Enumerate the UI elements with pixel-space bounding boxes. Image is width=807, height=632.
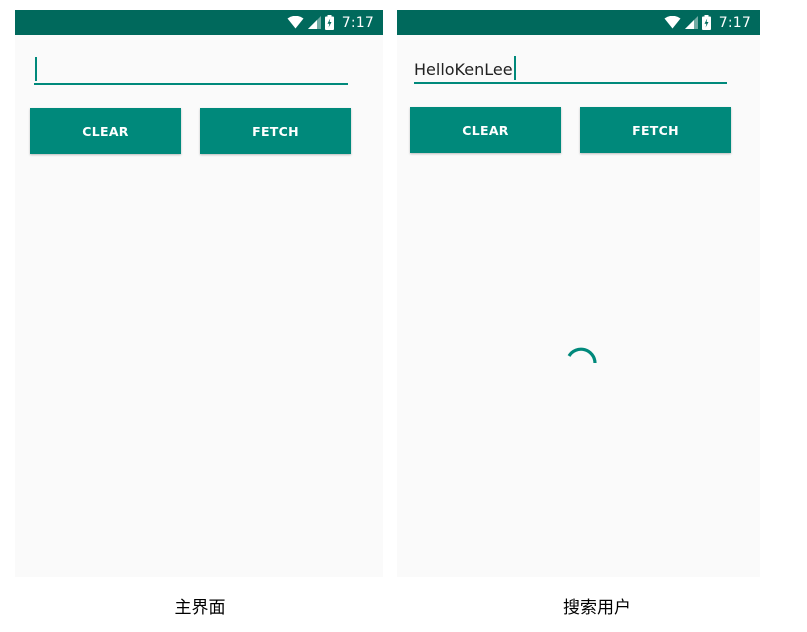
username-input-value: HelloKenLee [414, 60, 513, 79]
text-cursor [513, 56, 516, 80]
fetch-button[interactable]: FETCH [200, 108, 351, 154]
clear-button[interactable]: CLEAR [30, 108, 181, 154]
status-icons: 7:17 [664, 10, 751, 35]
signal-icon [684, 16, 698, 29]
fetch-button[interactable]: FETCH [580, 107, 731, 153]
battery-charging-icon [324, 15, 334, 30]
wifi-icon [287, 16, 304, 29]
battery-charging-icon [701, 15, 711, 30]
status-bar: 7:17 [15, 10, 383, 35]
signal-icon [307, 16, 321, 29]
status-time: 7:17 [341, 14, 374, 31]
caption-main-screen: 主界面 [174, 598, 226, 618]
username-input[interactable]: HelloKenLee [414, 56, 727, 84]
username-input[interactable] [34, 57, 348, 85]
clear-button[interactable]: CLEAR [410, 107, 561, 153]
caption-search-user: 搜索用户 [563, 598, 631, 618]
wifi-icon [664, 16, 681, 29]
spinner-icon [565, 343, 601, 379]
status-bar: 7:17 [397, 10, 760, 35]
text-cursor [35, 57, 37, 81]
status-icons: 7:17 [287, 10, 374, 35]
main-screen: 7:17 CLEAR FETCH [15, 10, 383, 577]
status-time: 7:17 [718, 14, 751, 31]
figure: 7:17 CLEAR FETCH 7:17 HelloKenLee CLEAR … [0, 0, 807, 632]
search-user-screen: 7:17 HelloKenLee CLEAR FETCH [397, 10, 760, 577]
